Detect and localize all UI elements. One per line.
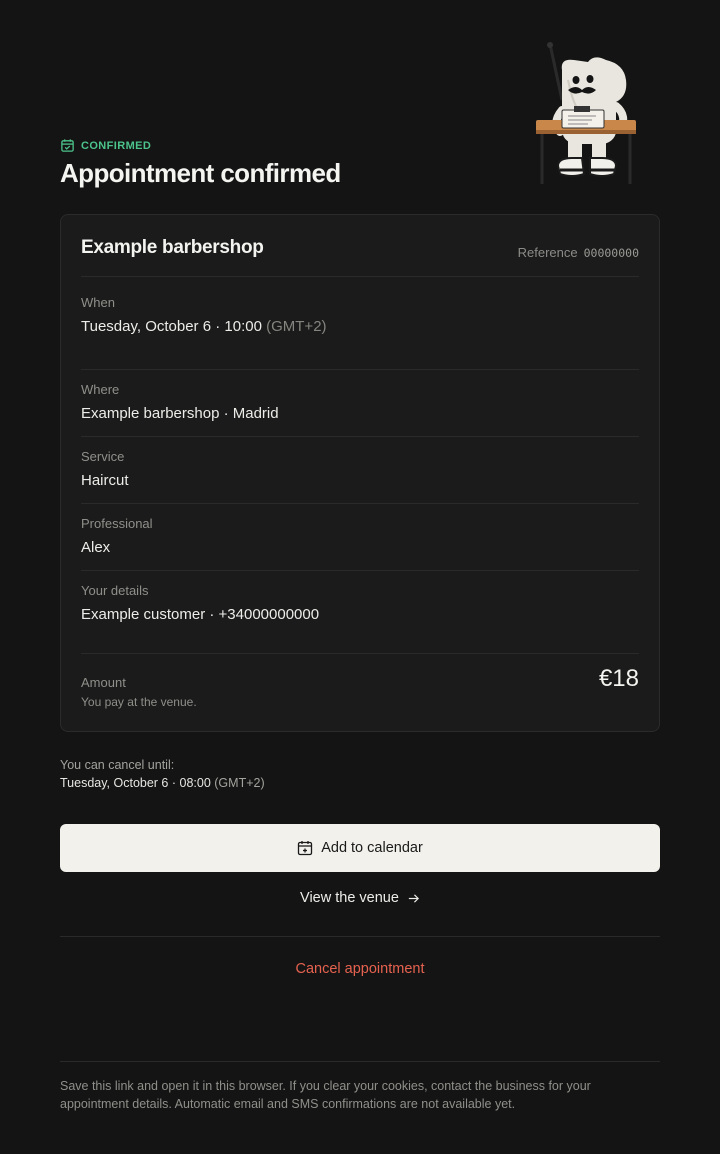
divider bbox=[81, 570, 639, 571]
appointment-card: Example barbershop Reference 00000000 Whe… bbox=[60, 214, 660, 732]
view-venue-link[interactable]: View the venue bbox=[60, 890, 660, 906]
divider bbox=[81, 653, 639, 654]
cancel-deadline-label: You can cancel until: bbox=[60, 758, 175, 772]
field-service: Service Haircut bbox=[81, 449, 639, 489]
status-badge-label: CONFIRMED bbox=[81, 139, 152, 152]
calendar-check-icon bbox=[61, 139, 74, 152]
reference: Reference 00000000 bbox=[518, 245, 639, 260]
field-when: When Tuesday, October 6 · 10:00 (GMT+2) bbox=[81, 295, 639, 335]
divider bbox=[81, 276, 639, 277]
when-timezone: (GMT+2) bbox=[266, 318, 327, 335]
reference-label: Reference bbox=[517, 245, 578, 260]
divider bbox=[81, 369, 639, 370]
field-value: Haircut bbox=[81, 472, 129, 489]
cancel-appointment-button[interactable]: Cancel appointment bbox=[60, 961, 660, 977]
mascot-illustration bbox=[536, 42, 636, 184]
add-to-calendar-button[interactable]: Add to calendar bbox=[60, 824, 660, 872]
field-label: Professional bbox=[81, 516, 153, 531]
divider bbox=[60, 1061, 660, 1062]
divider bbox=[81, 436, 639, 437]
when-datetime: Tuesday, October 6 · 10:00 bbox=[81, 318, 262, 335]
header: CONFIRMED Appointment confirmed bbox=[60, 0, 660, 214]
cancel-deadline-date: Tuesday, October 6 · 08:00 bbox=[60, 776, 211, 790]
page: CONFIRMED Appointment confirmed Example … bbox=[60, 0, 660, 1111]
field-professional: Professional Alex bbox=[81, 516, 639, 556]
divider bbox=[81, 503, 639, 504]
business-name: Example barbershop bbox=[81, 237, 264, 258]
field-label: Service bbox=[81, 449, 125, 464]
field-your-details: Your details Example customer · +3400000… bbox=[81, 583, 639, 623]
calendar-plus-icon bbox=[298, 841, 313, 856]
view-venue-label: View the venue bbox=[300, 890, 399, 906]
amount-label: Amount bbox=[81, 675, 126, 690]
field-label: When bbox=[81, 295, 115, 310]
amount-note: You pay at the venue. bbox=[81, 695, 197, 709]
field-value: Tuesday, October 6 · 10:00 (GMT+2) bbox=[81, 318, 639, 335]
footer-note: Save this link and open it in this brows… bbox=[60, 1079, 591, 1111]
field-value: Example barbershop · Madrid bbox=[81, 405, 279, 422]
amount-value: €18 bbox=[598, 665, 639, 692]
divider bbox=[60, 936, 660, 937]
field-value: Alex bbox=[81, 539, 111, 556]
reference-code: 00000000 bbox=[583, 246, 639, 260]
page-title: Appointment confirmed bbox=[60, 158, 341, 188]
field-label: Where bbox=[81, 382, 120, 397]
add-to-calendar-label: Add to calendar bbox=[321, 840, 423, 856]
arrow-right-icon bbox=[408, 893, 419, 903]
cancel-deadline-timezone: (GMT+2) bbox=[214, 776, 265, 790]
field-value: Example customer · +34000000000 bbox=[81, 606, 320, 623]
field-where: Where Example barbershop · Madrid bbox=[81, 382, 639, 422]
status-badge: CONFIRMED bbox=[60, 138, 151, 153]
cancel-deadline: You can cancel until: Tuesday, October 6… bbox=[60, 756, 265, 792]
field-label: Your details bbox=[81, 583, 149, 598]
